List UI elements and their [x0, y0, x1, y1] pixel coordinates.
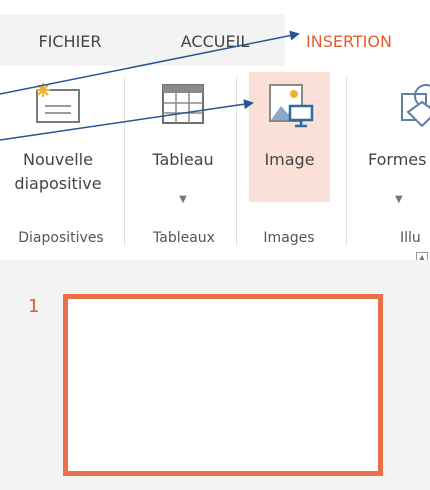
- table-icon: [160, 82, 206, 130]
- shapes-label: Formes: [368, 150, 427, 169]
- group-separator: [124, 76, 125, 246]
- slide-number: 1: [28, 296, 40, 317]
- image-button[interactable]: Image: [249, 72, 330, 202]
- group-label-images: Images: [263, 230, 315, 246]
- table-dropdown-caret-icon[interactable]: ▼: [136, 194, 230, 205]
- new-slide-label-line1: Nouvelle: [23, 150, 93, 169]
- shapes-button[interactable]: Formes ▼: [356, 72, 430, 208]
- table-label: Tableau: [152, 150, 214, 169]
- group-label-tables: Tableaux: [153, 230, 215, 246]
- group-label-illustrations: Illu: [400, 230, 421, 246]
- picture-icon: [266, 82, 314, 132]
- group-separator: [236, 76, 237, 246]
- ribbon-tabbar: FICHIER ACCUEIL INSERTION: [0, 14, 430, 66]
- shapes-icon: [396, 82, 430, 132]
- new-slide-label-line2: diapositive: [14, 174, 102, 193]
- new-slide-button[interactable]: Nouvelle diapositive: [6, 72, 110, 208]
- group-separator: [346, 76, 347, 246]
- tab-file[interactable]: FICHIER: [0, 14, 140, 66]
- image-label: Image: [264, 150, 315, 169]
- tab-insert[interactable]: INSERTION: [285, 14, 430, 66]
- tab-home[interactable]: ACCUEIL: [140, 14, 290, 66]
- shapes-dropdown-caret-icon[interactable]: ▼: [356, 194, 430, 205]
- table-button[interactable]: Tableau ▼: [136, 72, 230, 208]
- new-slide-icon: [33, 82, 83, 130]
- group-label-slides: Diapositives: [18, 230, 104, 246]
- slide-thumbnail[interactable]: [63, 294, 383, 476]
- ribbon: Nouvelle diapositive Tableau ▼ Image For…: [0, 66, 430, 252]
